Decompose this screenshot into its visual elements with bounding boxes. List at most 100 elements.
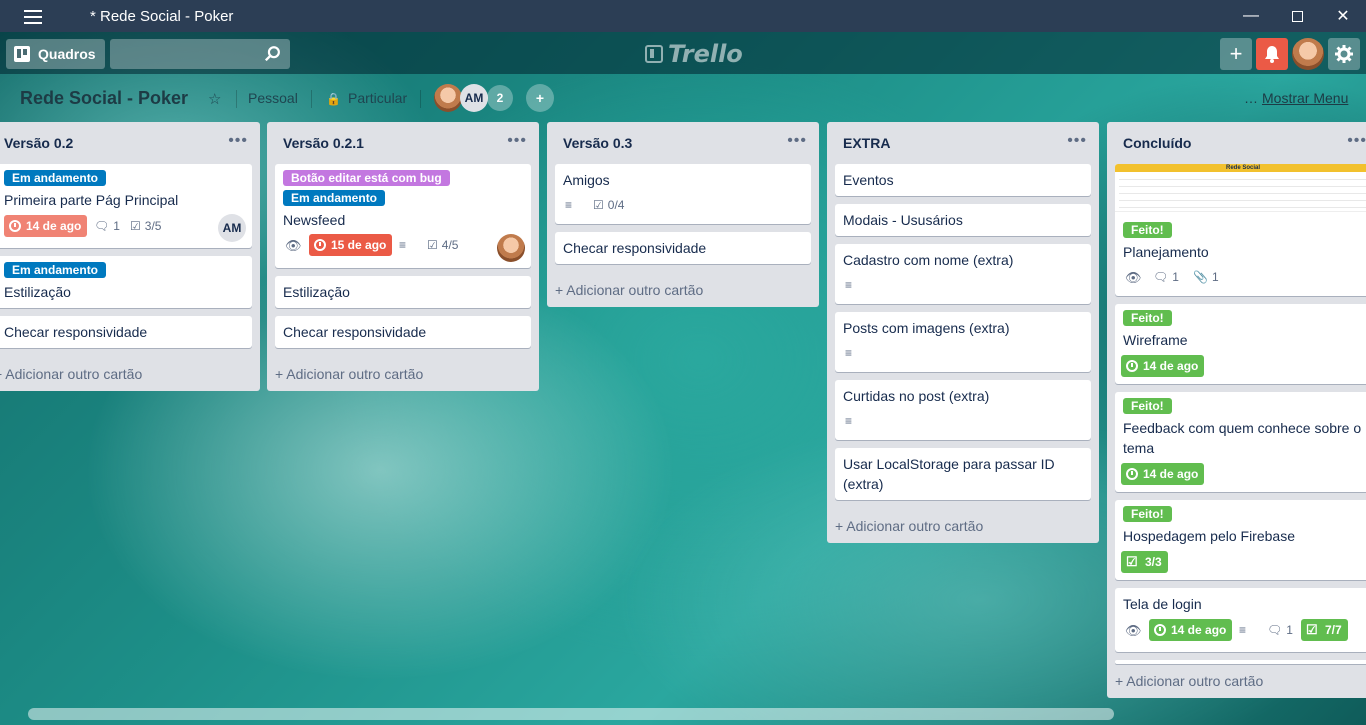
card[interactable]: Usar LocalStorage para passar ID (extra) [835,448,1091,500]
due-date-badge[interactable]: 14 de ago [1121,355,1205,377]
description-icon: ≡ [565,198,573,212]
boards-icon [14,46,30,62]
card-title: Newsfeed [283,212,346,228]
card[interactable]: Em andamento Primeira parte Pág Principa… [0,164,252,248]
list-menu-icon[interactable]: ••• [787,132,807,150]
settings-button[interactable] [1328,38,1360,70]
add-card-button[interactable]: + Adicionar outro cartão [0,366,142,382]
comment-icon: 🗨 [1267,623,1283,637]
card[interactable]: Curtidas no post (extra) ≡ [835,380,1091,440]
card[interactable]: Feito! Feedback com quem conhece sobre o… [1115,392,1366,492]
list-title[interactable]: Versão 0.2 [4,135,73,151]
comment-icon: 🗨 [1153,270,1169,284]
star-icon[interactable]: ☆ [208,90,221,108]
checklist-complete-badge: ☑ 7/7 [1301,619,1348,641]
due-date-badge[interactable]: 14 de ago [1121,463,1205,485]
window-title: * Rede Social - Poker [90,8,234,25]
card[interactable]: Eventos [835,164,1091,196]
card-title: Cadastro com nome (extra) [843,252,1014,268]
list-menu-icon[interactable]: ••• [228,132,248,150]
card-title: Modais - Ususários [843,212,963,228]
card-title: Curtidas no post (extra) [843,388,990,404]
hamburger-menu-icon[interactable] [24,10,42,28]
checkbox-icon: ☑ [130,219,141,233]
card[interactable]: Feito! Wireframe 14 de ago [1115,304,1366,384]
notifications-button[interactable] [1256,38,1288,70]
card[interactable]: Posts com imagens (extra) ≡ [835,312,1091,372]
boards-button[interactable]: Quadros [6,39,105,69]
paperclip-icon: 📎 [1193,270,1208,284]
card-member-avatar[interactable] [497,234,525,262]
card[interactable]: Feito! Hospedagem pelo Firebase ☑ 3/3 [1115,500,1366,580]
trello-logo[interactable]: Trello [645,40,743,68]
card[interactable]: Estilização [275,276,531,308]
show-menu-link[interactable]: Mostrar Menu [1262,90,1348,106]
list-menu-icon[interactable]: ••• [507,132,527,150]
card[interactable]: Checar responsividade [275,316,531,348]
add-card-button[interactable]: + Adicionar outro cartão [275,366,423,382]
list-extra: EXTRA ••• Eventos Modais - Ususários Cad… [827,122,1099,543]
card-title: Estilização [4,284,71,300]
team-button[interactable]: Pessoal [248,90,298,106]
card-title: Wireframe [1123,332,1188,348]
card[interactable]: Rede Social Feito! Planejamento 👁 🗨 1 📎 1 [1115,164,1366,296]
add-member-icon[interactable]: + [526,84,554,112]
card[interactable]: Botão editar está com bug Em andamento N… [275,164,531,268]
card-title: Checar responsividade [4,324,148,340]
add-card-button[interactable]: + Adicionar outro cartão [555,282,703,298]
board-title[interactable]: Rede Social - Poker [20,88,188,109]
close-icon[interactable]: ✕ [1320,0,1366,32]
member-avatar-initials[interactable]: AM [460,84,488,112]
card[interactable]: Checar responsividade [555,232,811,264]
card[interactable] [1115,660,1366,664]
boards-label: Quadros [38,46,96,62]
card[interactable]: Checar responsividade [0,316,252,348]
description-icon: ≡ [399,238,407,252]
comments-count: 1 [1172,270,1179,284]
list-versao-0-3: Versão 0.3 ••• Amigos ≡ ☑ 0/4 Checar resp… [547,122,819,307]
add-card-button[interactable]: + Adicionar outro cartão [835,518,983,534]
card[interactable]: Amigos ≡ ☑ 0/4 [555,164,811,224]
trello-logo-icon [645,45,663,63]
list-menu-icon[interactable]: ••• [1347,132,1366,150]
maximize-icon[interactable] [1274,0,1320,32]
user-avatar[interactable] [1292,38,1324,70]
list-title[interactable]: Concluído [1123,135,1191,151]
clock-icon [1154,624,1166,636]
visibility-button[interactable]: Particular [348,90,407,106]
trello-logo-text: Trello [668,40,743,68]
search-icon[interactable] [264,45,282,63]
card-title: Amigos [563,172,610,188]
card[interactable]: Cadastro com nome (extra) ≡ [835,244,1091,304]
description-icon: ≡ [845,414,853,428]
search-input[interactable] [110,39,290,69]
card[interactable]: Modais - Ususários [835,204,1091,236]
due-date-badge[interactable]: 15 de ago [309,234,393,256]
cover-title: Rede Social [1115,164,1366,172]
card-label: Em andamento [4,262,107,278]
minimize-icon[interactable]: — [1228,0,1274,32]
list-title[interactable]: Versão 0.2.1 [283,135,364,151]
comments-badge: 🗨 1 [1267,623,1293,637]
horizontal-scrollbar[interactable] [0,705,1366,725]
more-members-badge[interactable]: 2 [487,85,513,111]
add-card-button[interactable]: + Adicionar outro cartão [1115,673,1263,689]
card-label: Feito! [1123,222,1172,238]
card[interactable]: Tela de login 👁 14 de ago ≡ 🗨 1 ☑ 7/7 [1115,588,1366,652]
add-button[interactable]: + [1220,38,1252,70]
due-date-text: 14 de ago [1171,623,1227,637]
due-date-badge[interactable]: 14 de ago [1149,619,1233,641]
scrollbar-thumb[interactable] [28,708,1114,720]
due-date-badge[interactable]: 14 de ago [4,215,88,237]
list-menu-icon[interactable]: ••• [1067,132,1087,150]
board-header: Rede Social - Poker ☆ Pessoal 🔒 Particul… [0,74,1366,122]
member-avatar[interactable] [434,84,462,112]
app-topbar: Quadros Trello + [0,32,1366,74]
card[interactable]: Em andamento Estilização [0,256,252,308]
checklist-count: 7/7 [1325,623,1342,637]
list-title[interactable]: EXTRA [843,135,890,151]
header-divider [311,90,312,108]
comments-badge: 🗨 1 [1153,270,1179,284]
card-member-avatar[interactable]: AM [218,214,246,242]
list-title[interactable]: Versão 0.3 [563,135,632,151]
